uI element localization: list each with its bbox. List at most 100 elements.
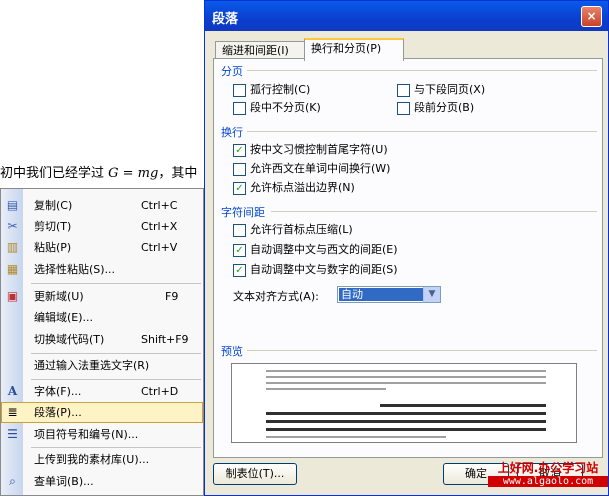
menu-item-reconvert[interactable]: 通过输入法重选文字(R) [1, 355, 203, 376]
font-icon: A [7, 384, 18, 398]
menu-item-font[interactable]: A 字体(F)... Ctrl+D [1, 381, 203, 402]
text-alignment-value: 自动 [339, 288, 425, 301]
doc-text-before: 初中我们已经学过 [0, 166, 109, 181]
menu-item-paste[interactable]: ▥ 粘贴(P) Ctrl+V [1, 237, 203, 258]
preview-line [266, 388, 386, 390]
preview-line-current [266, 428, 546, 431]
document-text-line: 初中我们已经学过 G = mg，其中 [0, 160, 205, 188]
checkbox-box [233, 163, 246, 176]
paste-icon: ▥ [6, 240, 19, 254]
section-pagination: 分页 [221, 65, 243, 78]
menu-item-label: 查单词(B)... [34, 475, 94, 488]
preview-line [266, 376, 546, 378]
checkbox-label: 允许标点溢出边界(N) [250, 181, 355, 194]
menu-item-update-field[interactable]: ▣ 更新域(U) F9 [1, 286, 203, 307]
menu-item-label: 选择性粘贴(S)... [34, 263, 116, 276]
text-alignment-select[interactable]: 自动 ▼ [337, 286, 441, 303]
paragraph-dialog: 段落 × 缩进和间距(I) 换行和分页(P) 分页 孤行控制(C) 与下段同页(… [204, 0, 609, 496]
menu-item-label: 切换域代码(T) [34, 333, 105, 346]
menu-item-label: 通过输入法重选文字(R) [34, 359, 150, 372]
preview-line-current [380, 404, 546, 407]
section-divider [247, 70, 597, 71]
checkbox-box: ✓ [233, 244, 246, 257]
checkbox-label: 段中不分页(K) [250, 101, 321, 114]
menu-item-label: 复制(C) [34, 199, 73, 212]
checkbox-box [233, 224, 246, 237]
section-divider [247, 350, 597, 351]
menu-separator [31, 447, 201, 448]
checkbox-box [397, 84, 410, 97]
checkbox-label: 与下段同页(X) [414, 83, 486, 96]
dialog-title: 段落 [212, 12, 239, 27]
menu-item-edit-field[interactable]: 编辑域(E)... [1, 307, 203, 328]
menu-item-shortcut: Ctrl+X [141, 220, 178, 233]
update-field-icon: ▣ [6, 289, 19, 303]
menu-item-label: 更新域(U) [34, 290, 84, 303]
checkbox-label: 允许西文在单词中间换行(W) [250, 162, 391, 175]
checkbox-box [233, 102, 246, 115]
checkbox-label: 自动调整中文与西文的间距(E) [250, 243, 398, 256]
checkbox-box: ✓ [233, 182, 246, 195]
menu-item-copy[interactable]: ▤ 复制(C) Ctrl+C [1, 195, 203, 216]
checkbox-label: 按中文习惯控制首尾字符(U) [250, 143, 388, 156]
menu-item-shortcut: F9 [165, 290, 179, 303]
menu-item-label: 剪切(T) [34, 220, 72, 233]
menu-item-label: 项目符号和编号(N)... [34, 428, 139, 441]
chevron-down-icon[interactable]: ▼ [423, 287, 440, 302]
section-divider [271, 211, 597, 212]
preview-box [231, 363, 577, 443]
context-menu: ▤ 复制(C) Ctrl+C ✂ 剪切(T) Ctrl+X ▥ 粘贴(P) Ct… [0, 188, 204, 496]
preview-line-current [266, 420, 546, 423]
doc-formula: G = mg [108, 166, 159, 181]
menu-item-upload[interactable]: 上传到我的素材库(U)... [1, 449, 203, 470]
menu-separator [31, 283, 201, 284]
watermark-title: 上好网.办公学习站 [497, 461, 599, 475]
checkbox-label: 孤行控制(C) [250, 83, 311, 96]
menu-item-label: 段落(P)... [34, 406, 82, 419]
section-divider [247, 131, 597, 132]
menu-item-bullets[interactable]: ☰ 项目符号和编号(N)... [1, 424, 203, 445]
preview-line-current [266, 412, 546, 415]
section-preview: 预览 [221, 345, 243, 358]
tabs-button[interactable]: 制表位(T)... [213, 463, 297, 485]
menu-item-shortcut: Shift+F9 [141, 333, 189, 346]
tab-line-page-breaks[interactable]: 换行和分页(P) [304, 38, 404, 61]
menu-item-shortcut: Ctrl+D [141, 385, 179, 398]
text-alignment-label: 文本对齐方式(A): [233, 290, 319, 303]
menu-item-lookup[interactable]: ⌕ 查单词(B)... [1, 471, 203, 492]
menu-item-label: 编辑域(E)... [34, 311, 94, 324]
menu-item-paste-special[interactable]: ▦ 选择性粘贴(S)... [1, 259, 203, 280]
preview-line [266, 382, 546, 384]
checkbox-box: ✓ [233, 264, 246, 277]
menu-item-toggle-field-codes[interactable]: 切换域代码(T) Shift+F9 [1, 329, 203, 350]
paste-special-icon: ▦ [6, 262, 19, 276]
checkbox-box: ✓ [233, 144, 246, 157]
section-line-break: 换行 [221, 126, 243, 139]
menu-item-label: 上传到我的素材库(U)... [34, 453, 150, 466]
doc-text-after: ，其中 [158, 166, 198, 181]
menu-item-label: 字体(F)... [34, 385, 82, 398]
menu-item-shortcut: Ctrl+V [141, 241, 178, 254]
copy-icon: ▤ [6, 198, 19, 212]
menu-item-label: 粘贴(P) [34, 241, 72, 254]
preview-line [266, 436, 446, 438]
bullets-icon: ☰ [7, 427, 18, 441]
menu-item-shortcut: Ctrl+C [141, 199, 178, 212]
menu-separator [31, 379, 201, 380]
close-icon[interactable]: × [581, 6, 602, 27]
checkbox-label: 允许行首标点压缩(L) [250, 223, 353, 236]
cut-icon: ✂ [7, 219, 18, 233]
paragraph-icon: ≣ [7, 405, 18, 419]
checkbox-label: 段前分页(B) [414, 101, 475, 114]
menu-separator [31, 353, 201, 354]
menu-item-cut[interactable]: ✂ 剪切(T) Ctrl+X [1, 216, 203, 237]
checkbox-label: 自动调整中文与数字的间距(S) [250, 263, 398, 276]
menu-item-paragraph[interactable]: ≣ 段落(P)... [1, 402, 203, 423]
section-char-spacing: 字符间距 [221, 206, 265, 219]
checkbox-box [233, 84, 246, 97]
watermark-url: www.algaolo.com [488, 476, 608, 487]
preview-line [266, 370, 546, 372]
lookup-icon: ⌕ [9, 474, 16, 488]
dialog-title-bar[interactable]: 段落 × [205, 1, 608, 31]
checkbox-box [397, 102, 410, 115]
